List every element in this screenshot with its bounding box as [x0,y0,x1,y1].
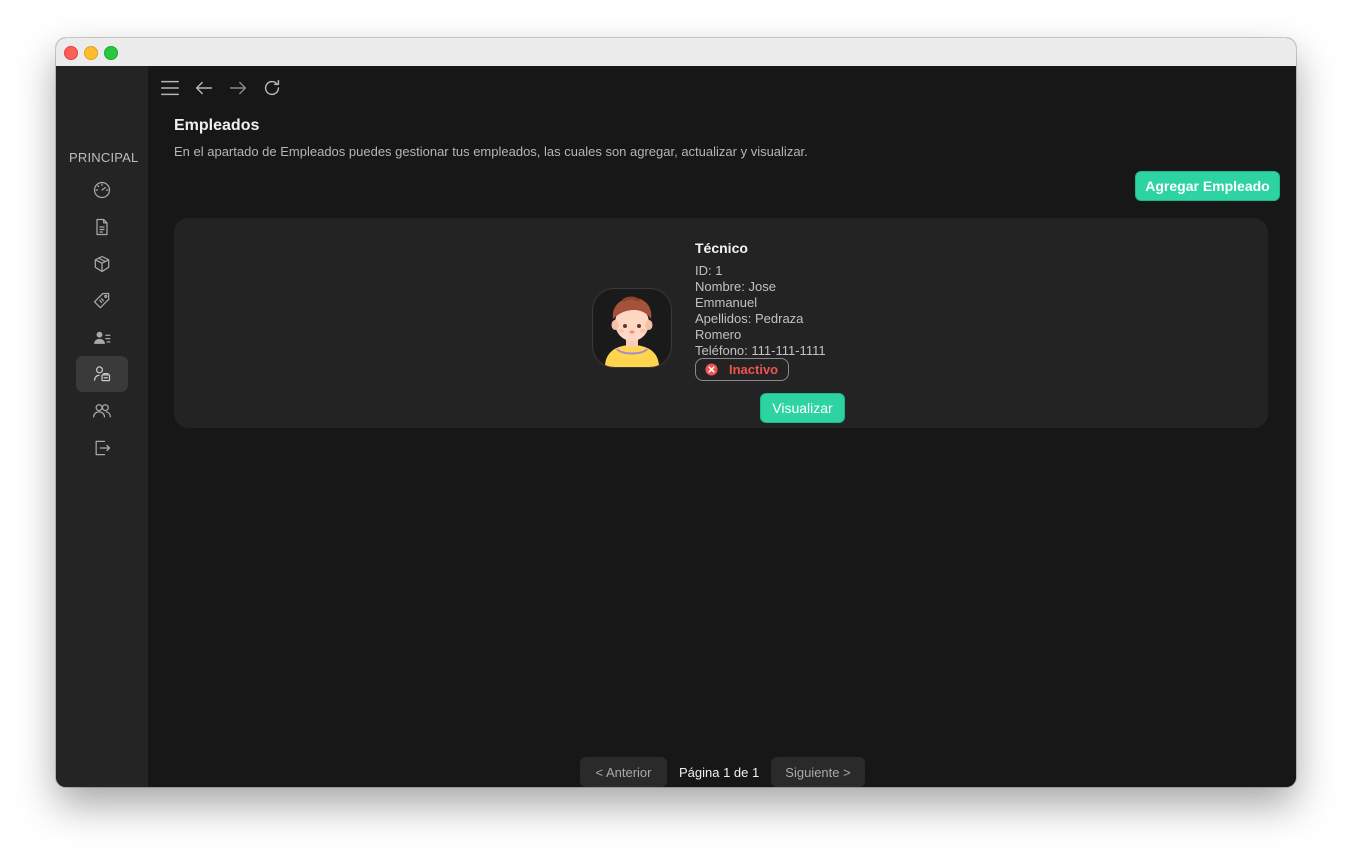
avatar [592,288,672,368]
status-badge: Inactivo [695,358,789,381]
status-label: Inactivo [729,362,779,377]
sidebar-item-logout[interactable] [76,430,128,466]
sidebar-item-products[interactable] [76,246,128,282]
sidebar-section-title: PRINCIPAL [69,150,139,165]
minimize-window-button[interactable] [84,46,98,60]
sidebar-item-employees[interactable] [76,356,128,392]
sidebar: PRINCIPAL [56,66,148,787]
page-title: Empleados [174,117,260,134]
employee-id: ID: 1 [695,263,723,278]
menu-button[interactable] [159,77,181,99]
sidebar-item-documents[interactable] [76,209,128,245]
title-bar [56,38,1296,67]
box-icon [94,255,110,273]
sidebar-item-tags[interactable] [76,283,128,319]
main-content: Empleados En el apartado de Empleados pu… [148,66,1296,787]
dashboard-icon [93,181,111,199]
employee-phone: Teléfono: 111-111-1111 [695,343,826,358]
back-arrow-icon [195,81,213,95]
page-indicator: Página 1 de 1 [679,764,760,780]
employee-card: Técnico ID: 1 Nombre: Jose Emmanuel Apel… [174,218,1268,428]
sidebar-item-clients[interactable] [76,320,128,356]
forward-button[interactable] [227,77,249,99]
back-button[interactable] [193,77,215,99]
avatar-image [605,296,659,367]
previous-page-button[interactable]: < Anterior [580,757,667,787]
sidebar-item-dashboard[interactable] [76,172,128,208]
user-list-icon [94,331,111,344]
logout-icon [95,440,111,456]
close-circle-icon [705,363,718,376]
menu-icon [161,80,179,96]
document-icon [96,218,108,236]
add-employee-button[interactable]: Agregar Empleado [1135,171,1280,201]
tag-icon [93,292,110,309]
employee-surname: Apellidos: Pedraza Romero [695,311,804,342]
view-employee-button[interactable]: Visualizar [760,393,845,423]
users-icon [93,404,111,418]
sidebar-item-users[interactable] [76,393,128,429]
close-window-button[interactable] [64,46,78,60]
employee-info: Técnico ID: 1 Nombre: Jose Emmanuel Apel… [695,240,855,359]
maximize-window-button[interactable] [104,46,118,60]
next-page-button[interactable]: Siguiente > [771,757,865,787]
employee-role: Técnico [695,240,748,256]
employee-name: Nombre: Jose Emmanuel [695,279,776,310]
page-description: En el apartado de Empleados puedes gesti… [174,144,808,159]
employee-icon [93,366,111,382]
forward-arrow-icon [229,81,247,95]
app-window: PRINCIPAL Empleados En el apartado de Em… [56,38,1296,787]
reload-button[interactable] [261,77,283,99]
reload-icon [264,79,280,96]
